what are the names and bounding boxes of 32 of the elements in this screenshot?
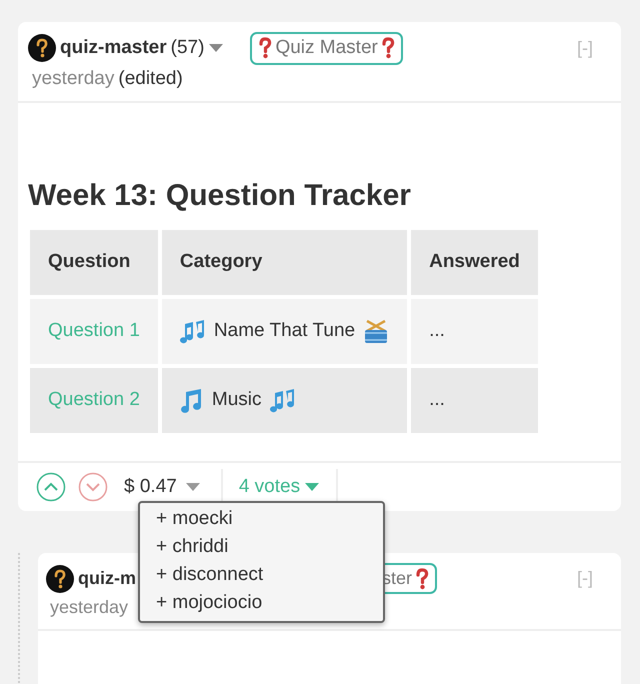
post-title: Week 13: Question Tracker	[28, 178, 412, 214]
table-cell: ...	[411, 368, 538, 433]
voter-item[interactable]: + chriddi	[156, 533, 383, 561]
caret-icon	[304, 482, 320, 492]
column-header: Question	[30, 230, 158, 295]
column-header: Category	[162, 230, 408, 295]
author-name[interactable]: quiz-master	[60, 34, 167, 62]
post-time: yesterday	[32, 66, 114, 90]
edited-label: (edited)	[118, 66, 183, 90]
dropdown-caret-icon	[208, 43, 224, 54]
question-mark-icon	[380, 37, 395, 60]
drum-icon	[363, 318, 390, 344]
column-header: Answered	[411, 230, 538, 295]
reputation-score: (57)	[170, 36, 204, 60]
avatar-icon	[28, 34, 56, 62]
voter-item[interactable]: + moecki	[156, 505, 383, 533]
payout-amount[interactable]: $ 0.47	[124, 472, 177, 502]
author-name[interactable]: quiz-m	[78, 565, 136, 592]
music-notes-icon	[180, 320, 206, 344]
downvote-icon[interactable]	[78, 472, 108, 502]
title-badge: Quiz Master	[250, 32, 403, 64]
table-cell: ...	[411, 299, 538, 364]
avatar-icon	[46, 564, 74, 592]
post-time: yesterday	[50, 596, 128, 619]
payout-caret-icon	[184, 482, 201, 492]
music-note-icon	[180, 388, 204, 412]
category-text: Name That Tune	[214, 319, 356, 344]
question-mark-icon	[415, 568, 429, 590]
category-text: Music	[212, 388, 262, 412]
upvote-icon[interactable]	[36, 472, 66, 502]
music-notes-icon	[270, 388, 296, 412]
question-mark-icon	[258, 37, 272, 60]
